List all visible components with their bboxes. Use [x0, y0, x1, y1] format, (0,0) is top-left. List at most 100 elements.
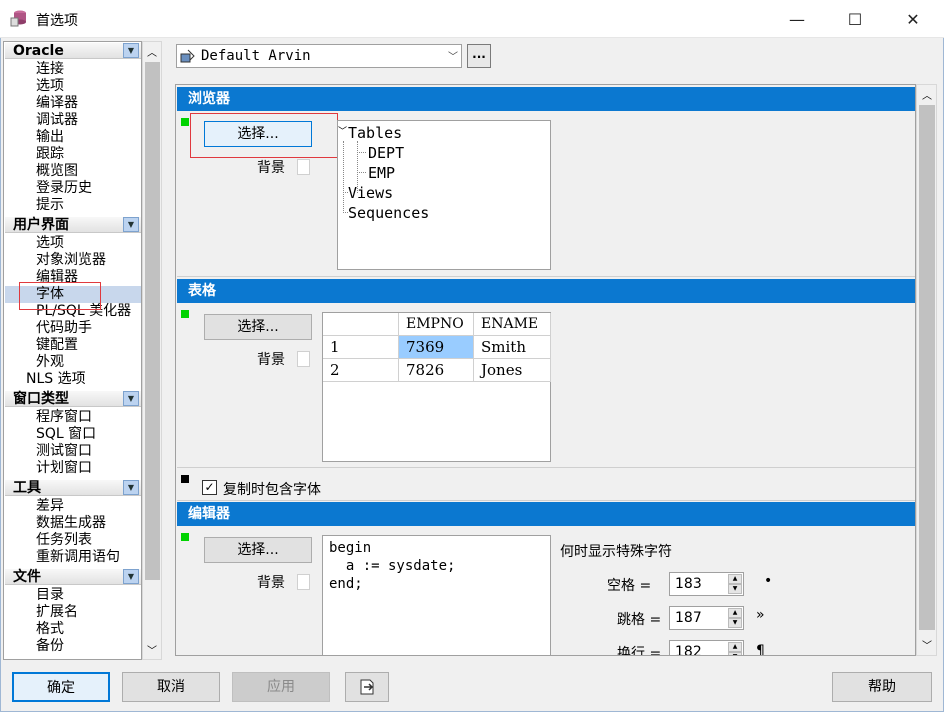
editor-select-font-button[interactable]: 选择...: [204, 537, 312, 563]
app-database-icon: [10, 10, 26, 27]
title-bar: 首选项 — ☐ ✕: [0, 0, 944, 38]
chevron-down-icon[interactable]: ▼: [123, 43, 139, 58]
sidebar-scroll-thumb[interactable]: [145, 62, 160, 580]
stepper-up-icon[interactable]: ▲: [728, 574, 742, 584]
copy-font-checkbox[interactable]: ✓: [202, 480, 217, 495]
minimize-icon: —: [789, 9, 805, 29]
profile-icon: [180, 49, 195, 63]
sidebar-item-code-assistant[interactable]: 代码助手: [36, 320, 92, 337]
section-grid-title: 表格: [177, 279, 915, 303]
tree-node-tables[interactable]: Tables: [348, 124, 402, 142]
tab-char-label: 跳格 =: [617, 612, 662, 628]
sidebar-item-data-generator[interactable]: 数据生成器: [36, 515, 106, 532]
maximize-button[interactable]: ☐: [826, 0, 884, 38]
sidebar-item-options[interactable]: 选项: [36, 78, 64, 95]
sidebar-group-files[interactable]: 文件 ▼: [5, 568, 141, 585]
chevron-down-icon[interactable]: ▼: [123, 391, 139, 406]
apply-button[interactable]: 应用: [232, 672, 330, 702]
grid-select-font-button[interactable]: 选择...: [204, 314, 312, 340]
sidebar-item-overview[interactable]: 概览图: [36, 163, 78, 180]
sidebar-group-tools[interactable]: 工具 ▼: [5, 479, 141, 496]
help-button[interactable]: 帮助: [832, 672, 932, 702]
ok-button[interactable]: 确定: [12, 672, 110, 702]
settings-scrollbar[interactable]: ︿ ﹀: [916, 84, 937, 656]
grid-cell-row1-empno[interactable]: 7369: [399, 336, 474, 359]
tree-collapse-icon[interactable]: ﹀: [338, 124, 347, 137]
stepper-down-icon[interactable]: ▼: [728, 652, 742, 655]
minimize-button[interactable]: —: [768, 0, 826, 38]
scroll-up-icon[interactable]: ︿: [147, 44, 157, 59]
stepper-down-icon[interactable]: ▼: [728, 618, 742, 628]
sidebar-item-output[interactable]: 输出: [36, 129, 64, 146]
profile-more-button[interactable]: ...: [467, 44, 491, 68]
sidebar-item-format[interactable]: 格式: [36, 621, 64, 638]
sidebar-item-sql-window[interactable]: SQL 窗口: [36, 426, 96, 443]
tree-node-sequences[interactable]: Sequences: [348, 204, 429, 222]
tree-node-dept[interactable]: DEPT: [368, 144, 404, 162]
sidebar-group-window-types[interactable]: 窗口类型 ▼: [5, 390, 141, 407]
export-settings-button[interactable]: [345, 672, 389, 702]
copy-color-indicator: [181, 475, 189, 483]
sidebar-item-ui-options[interactable]: 选项: [36, 235, 64, 252]
sidebar-item-connect[interactable]: 连接: [36, 61, 64, 78]
close-icon: ✕: [906, 9, 920, 29]
sidebar-item-test-window[interactable]: 测试窗口: [36, 443, 92, 460]
grid-header-empno: EMPNO: [399, 313, 474, 336]
stepper-up-icon[interactable]: ▲: [728, 608, 742, 618]
grid-background-label: 背景: [257, 352, 285, 368]
settings-scroll-thumb[interactable]: [919, 105, 935, 630]
sidebar-scrollbar[interactable]: ︿ ﹀: [142, 41, 162, 660]
tree-node-views[interactable]: Views: [348, 184, 393, 202]
sidebar-item-extensions[interactable]: 扩展名: [36, 604, 78, 621]
section-editor-title: 编辑器: [177, 502, 915, 526]
chevron-down-icon[interactable]: ▼: [123, 217, 139, 232]
sidebar-item-directories[interactable]: 目录: [36, 587, 64, 604]
space-glyph: •: [764, 573, 773, 589]
copy-font-label: 复制时包含字体: [223, 482, 321, 498]
sidebar-item-key-config[interactable]: 键配置: [36, 337, 78, 354]
sidebar-item-appearance[interactable]: 外观: [36, 354, 64, 371]
sidebar-group-oracle[interactable]: Oracle ▼: [5, 42, 141, 59]
grid-cell-row1-ename[interactable]: Smith: [474, 336, 551, 359]
sidebar-item-debugger[interactable]: 调试器: [36, 112, 78, 129]
tree-node-emp[interactable]: EMP: [368, 164, 395, 182]
scroll-down-icon[interactable]: ﹀: [147, 642, 157, 657]
newline-char-stepper[interactable]: 182 ▲ ▼: [669, 640, 744, 655]
sidebar-item-diff[interactable]: 差异: [36, 498, 64, 515]
sidebar-item-object-browser[interactable]: 对象浏览器: [36, 252, 106, 269]
browser-background-label: 背景: [257, 160, 285, 176]
chevron-down-icon[interactable]: ﹀: [448, 47, 458, 69]
sidebar-item-recall-statement[interactable]: 重新调用语句: [36, 549, 120, 566]
sidebar-item-login-history[interactable]: 登录历史: [36, 180, 92, 197]
profile-select[interactable]: Default Arvin ﹀: [176, 44, 462, 68]
stepper-down-icon[interactable]: ▼: [728, 584, 742, 594]
grid-background-checkbox[interactable]: [297, 351, 310, 367]
code-line: a := sysdate;: [329, 558, 456, 574]
scroll-down-icon[interactable]: ﹀: [922, 637, 932, 652]
tab-char-stepper[interactable]: 187 ▲ ▼: [669, 606, 744, 630]
grid-cell-row1-num: 1: [323, 336, 399, 359]
sidebar-item-plan-window[interactable]: 计划窗口: [36, 460, 92, 477]
browser-background-checkbox[interactable]: [297, 159, 310, 175]
sidebar-item-hints[interactable]: 提示: [36, 197, 64, 214]
space-char-stepper[interactable]: 183 ▲ ▼: [669, 572, 744, 596]
cancel-button[interactable]: 取消: [122, 672, 220, 702]
sidebar-item-program-window[interactable]: 程序窗口: [36, 409, 92, 426]
editor-background-checkbox[interactable]: [297, 574, 310, 590]
stepper-up-icon[interactable]: ▲: [728, 642, 742, 652]
chevron-down-icon[interactable]: ▼: [123, 480, 139, 495]
sidebar-item-task-list[interactable]: 任务列表: [36, 532, 92, 549]
grid-preview-table: EMPNO ENAME 1 7369 Smith 2 7826 Jones: [322, 312, 551, 462]
grid-cell-row2-empno[interactable]: 7826: [399, 359, 474, 382]
sidebar-item-compiler[interactable]: 编译器: [36, 95, 78, 112]
sidebar-item-trace[interactable]: 跟踪: [36, 146, 64, 163]
section-browser-title: 浏览器: [177, 87, 915, 111]
grid-cell-row2-ename[interactable]: Jones: [474, 359, 551, 382]
sidebar-group-user-interface[interactable]: 用户界面 ▼: [5, 216, 141, 233]
category-sidebar: Oracle ▼ 连接 选项 编译器 调试器 输出 跟踪 概览图 登录历史 提示 …: [3, 41, 142, 660]
sidebar-item-nls-options[interactable]: NLS 选项: [26, 371, 86, 388]
close-button[interactable]: ✕: [884, 0, 942, 38]
scroll-up-icon[interactable]: ︿: [922, 87, 932, 102]
chevron-down-icon[interactable]: ▼: [123, 569, 139, 584]
sidebar-item-backup[interactable]: 备份: [36, 638, 64, 655]
